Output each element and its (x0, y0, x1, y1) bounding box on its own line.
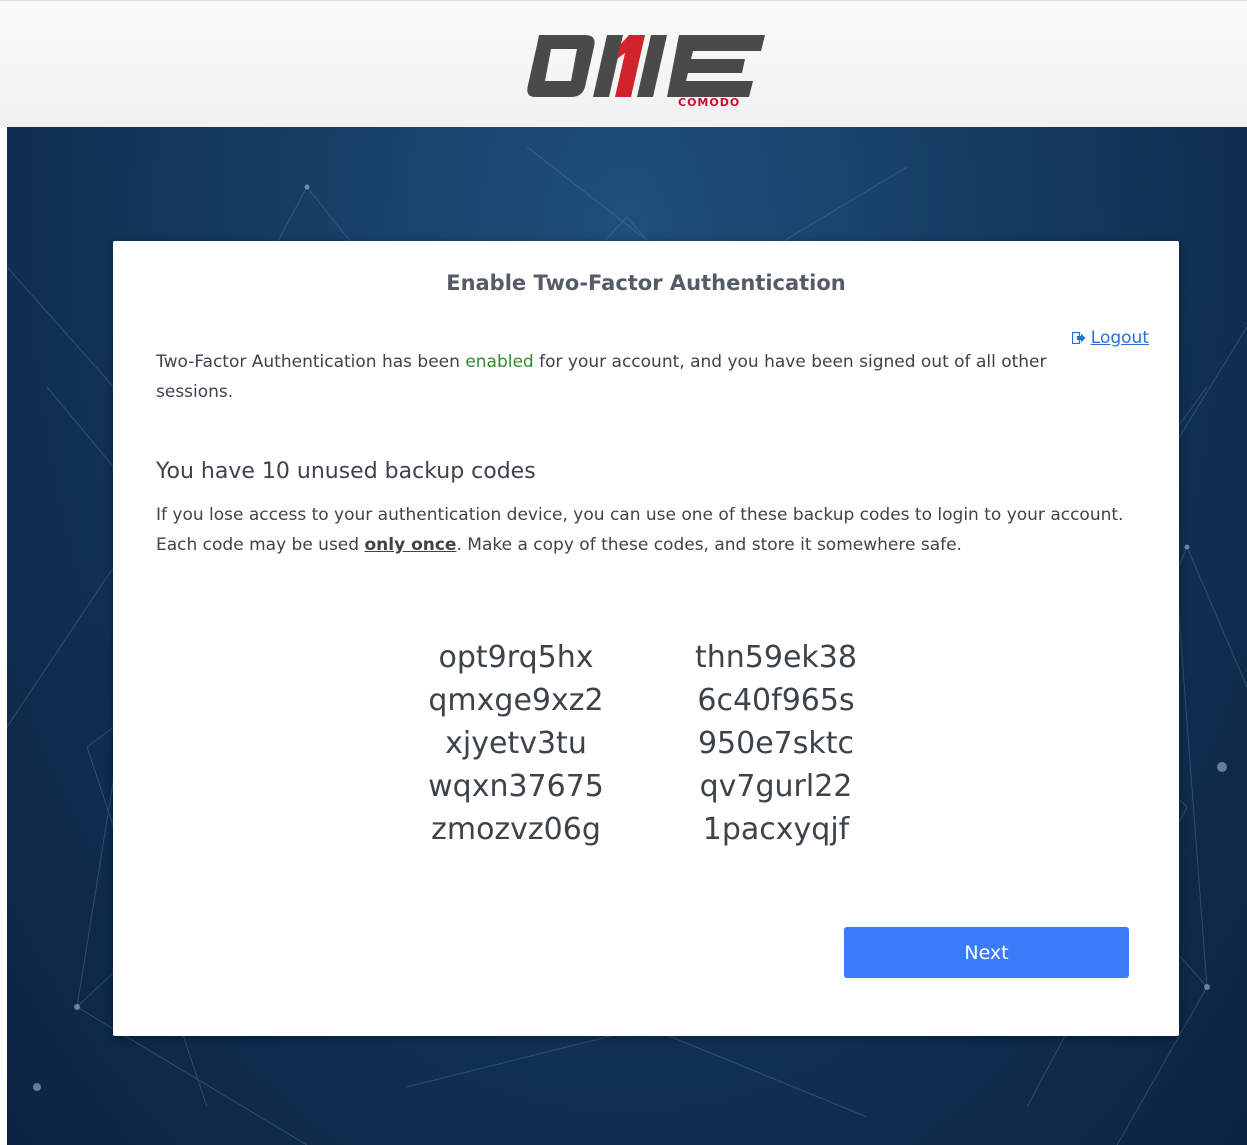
backup-code: opt9rq5hx (438, 640, 594, 675)
dialog-title: Enable Two-Factor Authentication (446, 271, 846, 295)
backup-codes-description: If you lose access to your authenticatio… (156, 500, 1156, 560)
backup-code: 950e7sktc (697, 726, 855, 761)
desc-text-after: . Make a copy of these codes, and store … (456, 535, 962, 555)
backup-codes-list: opt9rq5hx qmxge9xz2 xjyetv3tu wqxn37675 … (113, 636, 1179, 851)
backup-code: qmxge9xz2 (428, 683, 604, 718)
codes-column-right: thn59ek38 6c40f965s 950e7sktc qv7gurl22 … (646, 636, 906, 851)
two-factor-dialog: Enable Two-Factor Authentication Logout … (113, 241, 1179, 1036)
backup-code: qv7gurl22 (699, 769, 853, 804)
backup-code: thn59ek38 (695, 640, 857, 675)
backup-code: xjyetv3tu (445, 726, 587, 761)
backup-code: 6c40f965s (697, 683, 855, 718)
backup-code: zmozvz06g (431, 812, 601, 847)
only-once-emphasis: only once (364, 535, 457, 555)
backup-codes-heading: You have 10 unused backup codes (156, 459, 536, 484)
codes-column-left: opt9rq5hx qmxge9xz2 xjyetv3tu wqxn37675 … (386, 636, 646, 851)
backup-code: wqxn37675 (428, 769, 604, 804)
sign-out-icon (1071, 332, 1086, 344)
enabled-highlight: enabled (465, 352, 534, 372)
top-header: COMODO (0, 0, 1247, 127)
brand-subtitle: COMODO (678, 96, 741, 109)
status-message: Two-Factor Authentication has been enabl… (156, 347, 1076, 407)
logout-label: Logout (1090, 328, 1149, 348)
logout-link[interactable]: Logout (1071, 328, 1149, 348)
backup-code: 1pacxyqjf (702, 812, 850, 847)
next-button[interactable]: Next (844, 927, 1129, 978)
status-text-before: Two-Factor Authentication has been (156, 352, 466, 372)
